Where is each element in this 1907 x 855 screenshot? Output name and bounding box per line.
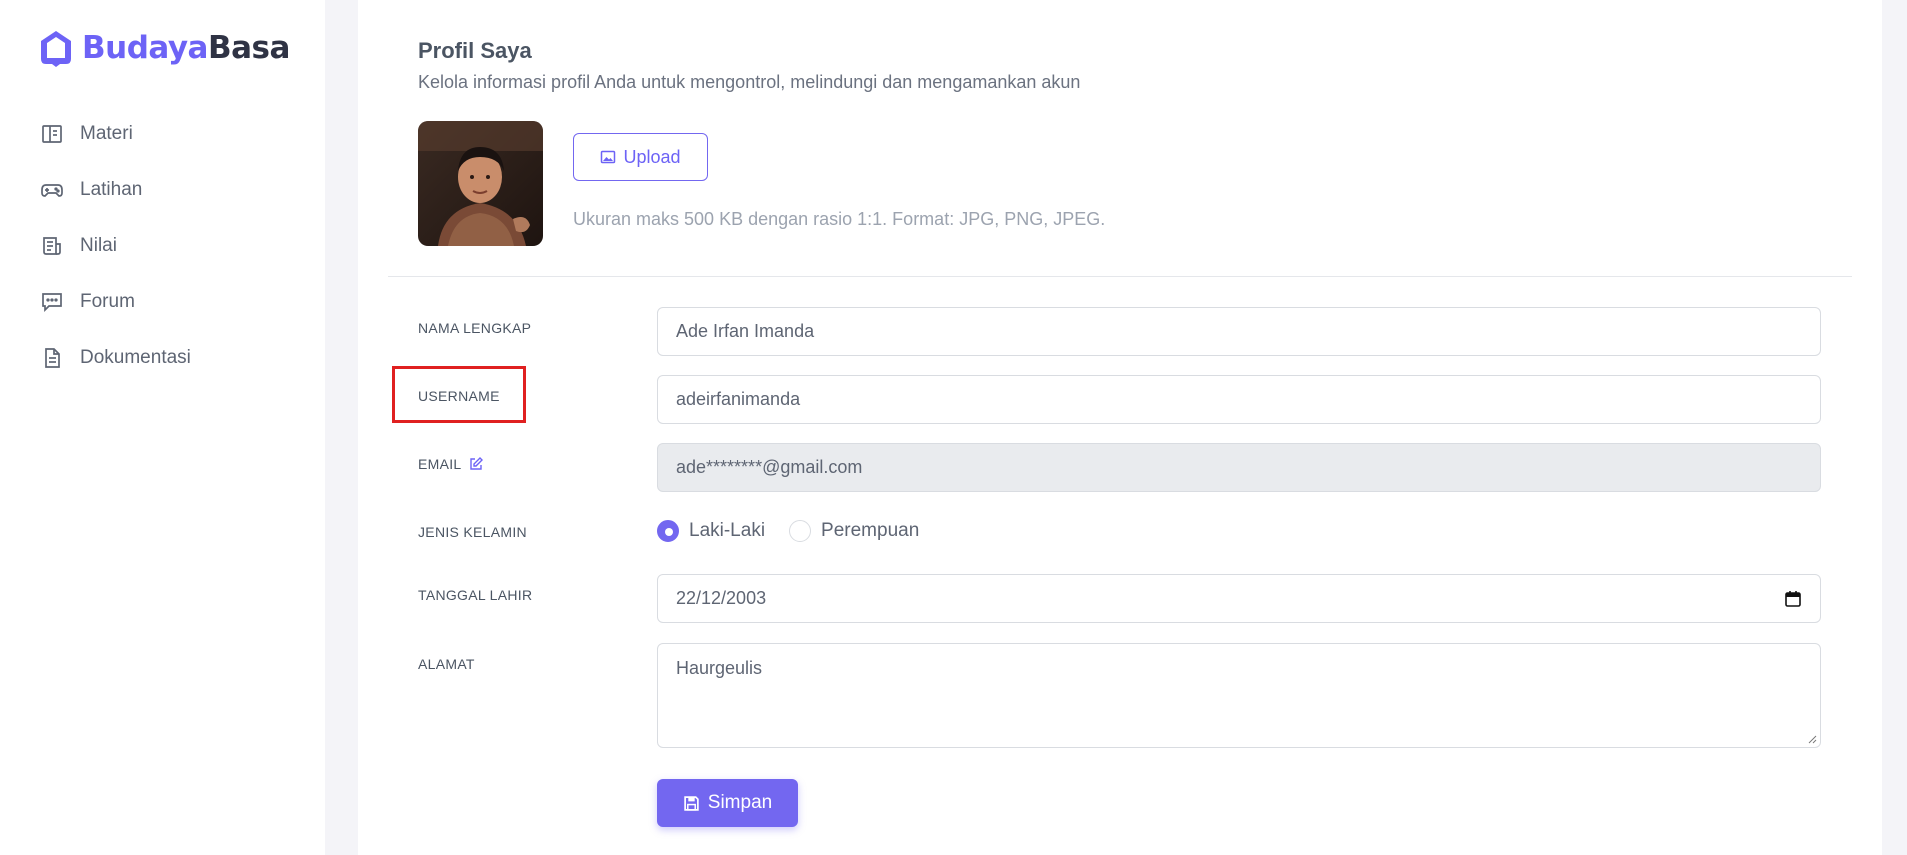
- birth-date-label: TANGGAL LAHIR: [418, 587, 532, 603]
- address-label: ALAMAT: [418, 656, 475, 672]
- sidebar-item-materi[interactable]: Materi: [40, 106, 191, 162]
- chat-icon: [42, 293, 62, 313]
- highlight-annotation: [392, 366, 526, 423]
- avatar-photo: [418, 121, 543, 246]
- book-open-icon: [42, 125, 62, 143]
- full-name-label-text: NAMA LENGKAP: [418, 320, 532, 336]
- save-button[interactable]: Simpan: [657, 779, 798, 827]
- username-input[interactable]: adeirfanimanda: [657, 375, 1821, 424]
- radio-unchecked[interactable]: [789, 520, 812, 542]
- avatar: [418, 121, 543, 246]
- radio-checked[interactable]: [657, 520, 679, 542]
- page-title: Profil Saya: [418, 38, 532, 63]
- sidebar-item-label: Nilai: [80, 235, 117, 256]
- sidebar: Budaya Basa Materi Latihan Nilai Forum Do…: [0, 0, 325, 855]
- sidebar-nav: Materi Latihan Nilai Forum Dokumentasi: [40, 106, 191, 386]
- email-value: ade********@gmail.com: [676, 457, 863, 477]
- birth-date-value: 22/12/2003: [676, 588, 767, 608]
- sidebar-item-label: Dokumentasi: [80, 347, 191, 368]
- birth-date-input[interactable]: 22/12/2003: [657, 574, 1821, 623]
- resize-handle-icon[interactable]: [1807, 734, 1817, 744]
- upload-hint: Ukuran maks 500 KB dengan rasio 1:1. For…: [573, 209, 1106, 229]
- sidebar-item-forum[interactable]: Forum: [40, 274, 191, 330]
- logo-icon: [41, 31, 71, 67]
- document-icon: [45, 348, 60, 368]
- page-subtitle: Kelola informasi profil Anda untuk mengo…: [418, 72, 1081, 92]
- full-name-value: Ade Irfan Imanda: [676, 321, 815, 341]
- username-value: adeirfanimanda: [676, 389, 801, 409]
- report-icon: [43, 237, 61, 255]
- save-icon: [684, 795, 699, 811]
- save-label: Simpan: [707, 792, 773, 813]
- gender-option-label: Perempuan: [821, 520, 920, 541]
- sidebar-item-label: Forum: [80, 291, 135, 312]
- address-textarea[interactable]: Haurgeulis: [657, 643, 1821, 748]
- address-value: Haurgeulis: [676, 658, 763, 678]
- full-name-input[interactable]: Ade Irfan Imanda: [657, 307, 1821, 356]
- gamepad-icon: [41, 184, 63, 197]
- gender-label: JENIS KELAMIN: [418, 524, 527, 540]
- sidebar-item-nilai[interactable]: Nilai: [40, 218, 191, 274]
- sidebar-item-label: Materi: [80, 123, 133, 144]
- edit-icon[interactable]: [468, 456, 484, 472]
- gender-radio-group: Laki-Laki Perempuan: [657, 520, 943, 542]
- birth-date-label-text: TANGGAL LAHIR: [418, 587, 533, 603]
- profile-card: Profil Saya Kelola informasi profil Anda…: [358, 0, 1882, 855]
- email-input: ade********@gmail.com: [657, 443, 1821, 492]
- sidebar-item-latihan[interactable]: Latihan: [40, 162, 191, 218]
- gender-label-text: JENIS KELAMIN: [418, 524, 527, 540]
- gender-option-label: Laki-Laki: [689, 520, 766, 541]
- full-name-label: NAMA LENGKAP: [418, 320, 531, 336]
- gender-option-female[interactable]: Perempuan: [789, 520, 919, 542]
- email-label-text: EMAIL: [418, 456, 462, 472]
- calendar-icon[interactable]: [1784, 590, 1802, 608]
- email-label: EMAIL: [418, 456, 484, 472]
- sidebar-item-dokumentasi[interactable]: Dokumentasi: [40, 330, 191, 386]
- divider: [388, 276, 1852, 277]
- image-icon: [601, 150, 616, 164]
- brand-name-part2: Basa: [207, 30, 290, 66]
- upload-label: Upload: [623, 146, 681, 167]
- upload-button[interactable]: Upload: [573, 133, 708, 181]
- sidebar-item-label: Latihan: [80, 179, 143, 200]
- brand-name-part1: Budaya: [82, 30, 208, 66]
- gender-option-male[interactable]: Laki-Laki: [657, 520, 765, 542]
- brand-logo[interactable]: Budaya Basa: [38, 28, 290, 68]
- address-label-text: ALAMAT: [418, 656, 475, 672]
